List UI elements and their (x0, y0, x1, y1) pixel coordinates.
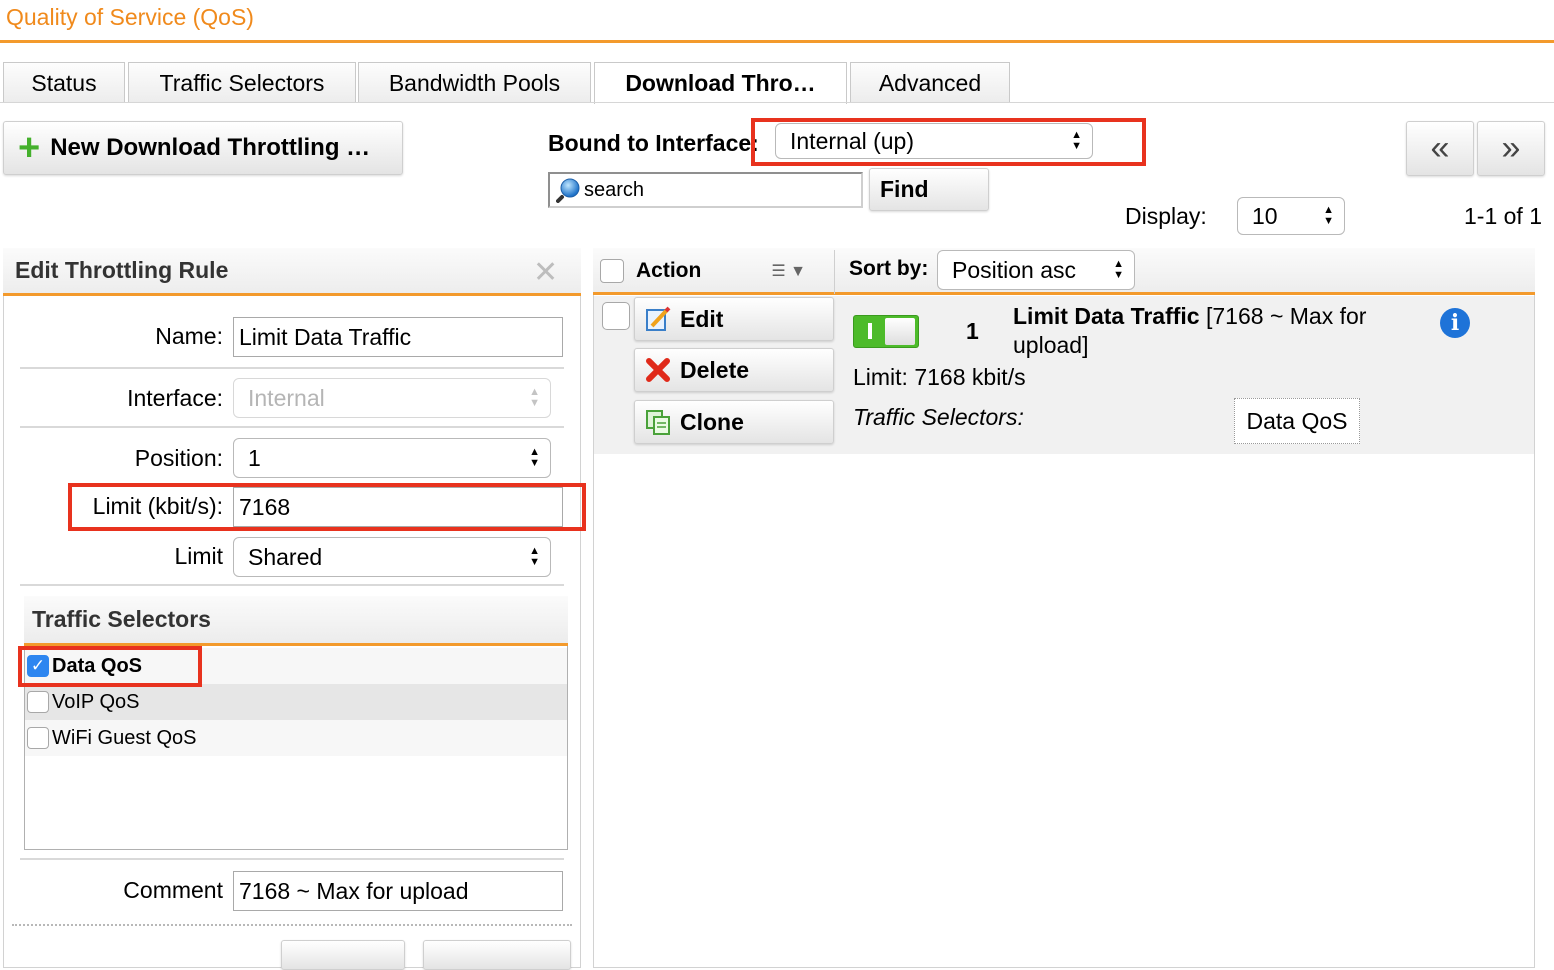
tab-traffic-selectors[interactable]: Traffic Selectors (128, 62, 356, 103)
edit-panel-title: Edit Throttling Rule (3, 248, 581, 296)
sort-select[interactable]: Position asc ▲ ▼ (937, 250, 1135, 290)
selector-label: VoIP QoS (52, 690, 140, 713)
rule-position: 1 (966, 318, 979, 344)
rule-title: Limit Data Traffic [7168 ~ Max for uploa… (1013, 302, 1423, 360)
page-title: Quality of Service (QoS) (6, 4, 254, 30)
header-separator (834, 250, 835, 294)
toggle-knob (885, 318, 915, 345)
interface-select: Internal ▲ ▼ (233, 378, 551, 418)
next-page-button[interactable]: » (1477, 121, 1545, 176)
select-arrows-icon: ▲ ▼ (529, 446, 540, 469)
find-button[interactable]: Find (869, 168, 989, 211)
search-icon (556, 177, 582, 203)
display-count-value: 10 (1252, 202, 1278, 229)
new-download-throttling-button[interactable]: + New Download Throttling … (3, 121, 403, 175)
annotation-highlight-limit (68, 483, 586, 531)
select-all-checkbox[interactable] (600, 259, 624, 283)
selector-tag[interactable]: Data QoS (1234, 398, 1360, 444)
limit-mode-select[interactable]: Shared ▲ ▼ (233, 537, 551, 577)
tab-advanced[interactable]: Advanced (850, 62, 1010, 103)
action-label: Action (636, 259, 702, 282)
delete-label: Delete (680, 356, 750, 383)
limit-mode-value: Shared (248, 543, 323, 570)
form-divider (12, 924, 572, 926)
comment-field[interactable]: 7168 ~ Max for upload (233, 871, 563, 911)
tab-bar-divider (0, 102, 1554, 103)
interface-value: Internal (248, 384, 325, 411)
interface-label: Interface: (127, 385, 223, 411)
cancel-button[interactable] (423, 940, 571, 970)
clone-icon (645, 409, 671, 435)
checkbox[interactable] (27, 727, 49, 749)
sort-label: Sort by: (849, 257, 929, 280)
clone-label: Clone (680, 408, 744, 435)
select-arrows-icon: ▲ ▼ (529, 386, 540, 409)
tab-bandwidth-pools[interactable]: Bandwidth Pools (358, 62, 591, 103)
list-menu-icon: ☰ ▼ (771, 263, 806, 280)
rule-selectors-label: Traffic Selectors: (853, 404, 1024, 430)
sort-value: Position asc (952, 256, 1077, 283)
plus-icon: + (18, 127, 41, 169)
info-icon[interactable]: i (1440, 308, 1470, 338)
traffic-selectors-title: Traffic Selectors (24, 596, 568, 646)
row-divider (20, 426, 564, 428)
rule-limit: Limit: 7168 kbit/s (853, 364, 1026, 390)
checkbox[interactable] (27, 691, 49, 713)
annotation-highlight-selector (18, 646, 202, 687)
position-value: 1 (248, 444, 261, 471)
edit-button[interactable]: Edit (634, 297, 834, 341)
clone-button[interactable]: Clone (634, 400, 834, 444)
pagination-range: 1-1 of 1 (1464, 203, 1542, 229)
title-divider (0, 40, 1554, 43)
new-button-label: New Download Throttling … (50, 134, 371, 161)
position-select[interactable]: 1 ▲ ▼ (233, 438, 551, 478)
row-divider (20, 367, 564, 369)
search-placeholder: search (584, 178, 645, 201)
rule-name: Limit Data Traffic (1013, 303, 1200, 329)
delete-icon (645, 357, 671, 383)
save-button[interactable] (281, 940, 405, 970)
edit-label: Edit (680, 305, 724, 332)
selector-label: WiFi Guest QoS (52, 726, 197, 749)
select-arrows-icon: ▲ ▼ (1323, 204, 1334, 227)
annotation-highlight-interface (751, 118, 1146, 166)
selector-item-wifi-guest-qos[interactable]: WiFi Guest QoS (25, 720, 567, 756)
select-arrows-icon: ▲ ▼ (1113, 258, 1124, 281)
name-field[interactable]: Limit Data Traffic (233, 317, 563, 357)
select-arrows-icon: ▲ ▼ (529, 545, 540, 568)
bound-interface-label: Bound to Interface: (548, 130, 759, 156)
display-label: Display: (1125, 203, 1207, 229)
toggle-on-mark (868, 323, 872, 339)
delete-button[interactable]: Delete (634, 348, 834, 392)
name-label: Name: (155, 323, 223, 349)
position-label: Position: (134, 445, 223, 471)
comment-label: Comment (123, 877, 223, 903)
previous-page-button[interactable]: « (1406, 121, 1474, 176)
close-icon[interactable]: ✕ (533, 255, 558, 290)
selector-item-voip-qos[interactable]: VoIP QoS (25, 684, 567, 720)
tab-download-throttling[interactable]: Download Thro… (594, 62, 847, 104)
row-divider (20, 858, 564, 860)
display-count-select[interactable]: 10 ▲ ▼ (1237, 197, 1345, 235)
edit-icon (645, 306, 671, 332)
search-input[interactable]: search (548, 172, 863, 208)
limit-mode-label: Limit (174, 543, 223, 569)
row-checkbox[interactable] (602, 302, 630, 330)
action-menu[interactable]: Action ☰ ▼ (596, 250, 834, 292)
row-divider (20, 584, 564, 586)
tab-status[interactable]: Status (3, 62, 125, 103)
